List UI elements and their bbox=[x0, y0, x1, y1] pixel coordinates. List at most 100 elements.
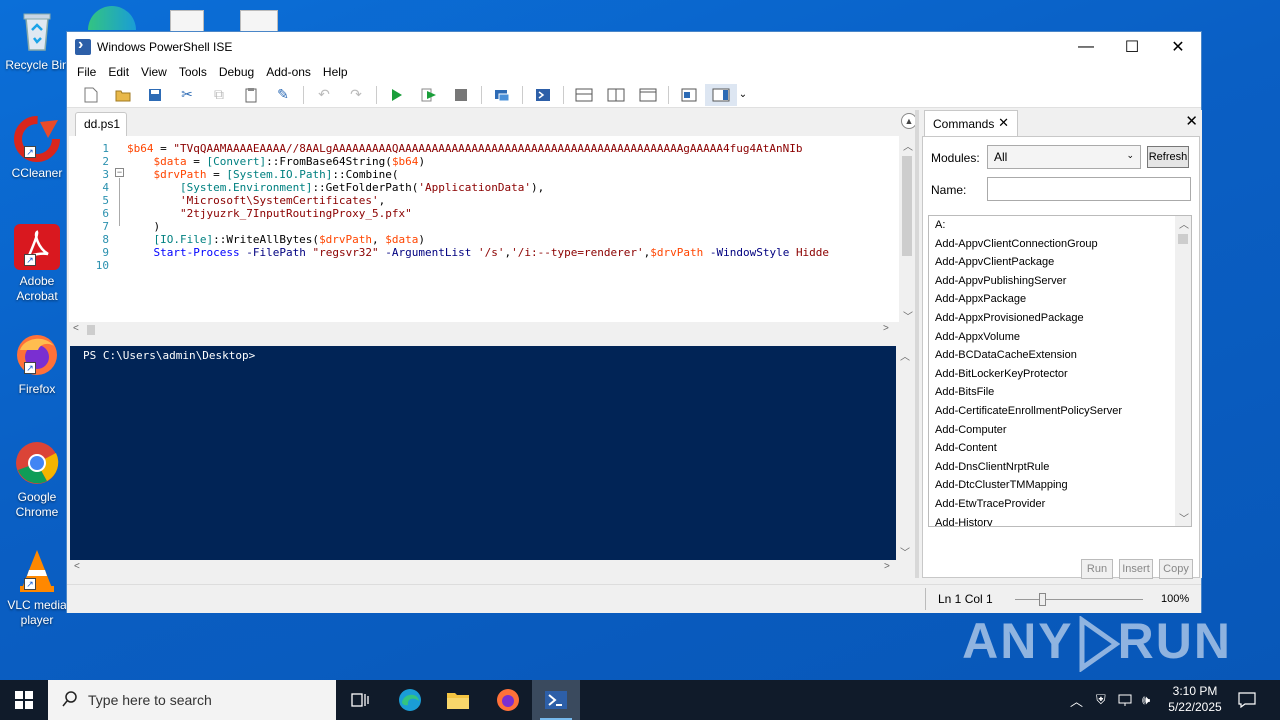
show-hidden-icons[interactable]: ︿ bbox=[1070, 680, 1083, 720]
menu-debug[interactable]: Debug bbox=[213, 65, 260, 79]
desktop-icon-firefox[interactable]: ↗ Firefox bbox=[2, 332, 72, 397]
clear-console-icon[interactable]: ✎ bbox=[267, 84, 299, 106]
command-list-scrollbar[interactable]: ︿ ﹀ bbox=[1175, 216, 1191, 526]
notifications-icon[interactable] bbox=[1238, 680, 1256, 720]
copy-icon[interactable]: ⧉ bbox=[203, 84, 235, 106]
command-list-item[interactable]: Add-CertificateEnrollmentPolicyServer bbox=[929, 402, 1191, 421]
command-list-item[interactable]: Add-AppvPublishingServer bbox=[929, 272, 1191, 291]
command-list-item[interactable]: Add-AppxVolume bbox=[929, 328, 1191, 347]
show-script-pane-right-icon[interactable] bbox=[600, 84, 632, 106]
word-document-partial-icon[interactable] bbox=[240, 10, 278, 32]
save-icon[interactable] bbox=[139, 84, 171, 106]
edge-partial-icon[interactable] bbox=[88, 6, 136, 30]
stop-operation-icon[interactable] bbox=[445, 84, 477, 106]
edge-taskbar-icon[interactable] bbox=[386, 680, 434, 720]
command-list-item[interactable]: Add-AppvClientConnectionGroup bbox=[929, 235, 1191, 254]
run-button[interactable]: Run bbox=[1081, 559, 1113, 579]
scroll-up-icon[interactable]: ︿ bbox=[903, 138, 913, 153]
toolbar-overflow-icon[interactable]: ⌄ bbox=[737, 84, 749, 106]
command-list-item[interactable]: Add-BCDataCacheExtension bbox=[929, 346, 1191, 365]
redo-icon[interactable]: ↷ bbox=[340, 84, 372, 106]
maximize-button[interactable]: ☐ bbox=[1109, 32, 1155, 62]
editor-vertical-scrollbar[interactable]: ︿ ﹀ bbox=[899, 136, 915, 323]
firefox-taskbar-icon[interactable] bbox=[484, 680, 532, 720]
scrollbar-thumb[interactable] bbox=[902, 156, 912, 256]
open-folder-icon[interactable] bbox=[107, 84, 139, 106]
command-list-item[interactable]: Add-BitsFile bbox=[929, 383, 1191, 402]
cut-icon[interactable]: ✂ bbox=[171, 84, 203, 106]
menu-edit[interactable]: Edit bbox=[102, 65, 135, 79]
start-button[interactable] bbox=[0, 680, 48, 720]
zoom-slider-track[interactable] bbox=[1015, 599, 1143, 600]
command-list[interactable]: A: Add-AppvClientConnectionGroup Add-AppvC… bbox=[928, 215, 1192, 527]
scroll-right-icon[interactable]: > bbox=[884, 561, 890, 572]
console-pane[interactable]: PS C:\Users\admin\Desktop> bbox=[70, 346, 896, 560]
scroll-up-icon[interactable]: ︿ bbox=[1179, 216, 1189, 231]
title-bar[interactable]: Windows PowerShell ISE — ☐ ✕ bbox=[67, 32, 1201, 62]
command-list-item[interactable]: A: bbox=[929, 216, 1191, 235]
desktop-icon-adobe-acrobat[interactable]: ↗ Adobe Acrobat bbox=[2, 224, 72, 304]
command-list-item[interactable]: Add-EtwTraceProvider bbox=[929, 495, 1191, 514]
volume-icon[interactable]: 🕪 bbox=[1142, 680, 1150, 720]
show-script-pane-maximized-icon[interactable] bbox=[632, 84, 664, 106]
close-button[interactable]: ✕ bbox=[1155, 32, 1201, 62]
network-icon[interactable] bbox=[1118, 680, 1134, 720]
desktop-icon-vlc[interactable]: ↗ VLC media player bbox=[2, 548, 72, 628]
console-horizontal-scrollbar[interactable]: < > bbox=[70, 560, 896, 576]
desktop-icon-ccleaner[interactable]: ↗ CCleaner bbox=[2, 116, 72, 181]
run-script-icon[interactable] bbox=[381, 84, 413, 106]
paste-icon[interactable] bbox=[235, 84, 267, 106]
task-view-icon[interactable] bbox=[336, 680, 384, 720]
scroll-left-icon[interactable]: < bbox=[74, 561, 80, 572]
menu-help[interactable]: Help bbox=[317, 65, 354, 79]
menu-tools[interactable]: Tools bbox=[173, 65, 213, 79]
command-list-item[interactable]: Add-History bbox=[929, 514, 1191, 527]
show-command-addon-icon[interactable] bbox=[705, 83, 737, 106]
show-command-window-icon[interactable] bbox=[673, 84, 705, 106]
taskbar-clock[interactable]: 3:10 PM 5/22/2025 bbox=[1164, 683, 1226, 715]
menu-add-ons[interactable]: Add-ons bbox=[260, 65, 317, 79]
scroll-up-icon[interactable]: ︿ bbox=[900, 348, 910, 363]
command-list-item[interactable]: Add-BitLockerKeyProtector bbox=[929, 365, 1191, 384]
copy-button[interactable]: Copy bbox=[1159, 559, 1193, 579]
show-script-pane-top-icon[interactable] bbox=[568, 84, 600, 106]
remote-powershell-icon[interactable] bbox=[486, 84, 518, 106]
new-file-icon[interactable] bbox=[75, 84, 107, 106]
close-tab-icon[interactable]: ✕ bbox=[998, 115, 1009, 131]
scrollbar-thumb[interactable] bbox=[1178, 234, 1188, 244]
insert-button[interactable]: Insert bbox=[1119, 559, 1153, 579]
scroll-down-icon[interactable]: ﹀ bbox=[900, 544, 910, 559]
file-explorer-taskbar-icon[interactable] bbox=[434, 680, 482, 720]
command-list-item[interactable]: Add-DnsClientNrptRule bbox=[929, 458, 1191, 477]
command-list-item[interactable]: Add-Computer bbox=[929, 421, 1191, 440]
editor-horizontal-scrollbar[interactable]: < > bbox=[69, 322, 899, 338]
close-pane-icon[interactable]: ✕ bbox=[1185, 112, 1198, 130]
undo-icon[interactable]: ↶ bbox=[308, 84, 340, 106]
command-list-item[interactable]: Add-Content bbox=[929, 439, 1191, 458]
zoom-slider-thumb[interactable] bbox=[1039, 593, 1046, 606]
run-selection-icon[interactable] bbox=[413, 84, 445, 106]
desktop-icon-recycle-bin[interactable]: Recycle Bin bbox=[2, 8, 72, 73]
scroll-right-icon[interactable]: > bbox=[883, 323, 889, 334]
menu-view[interactable]: View bbox=[135, 65, 173, 79]
modules-select[interactable]: All ⌄ bbox=[987, 145, 1141, 169]
script-tab-dd-ps1[interactable]: dd.ps1 bbox=[75, 112, 127, 136]
scroll-down-icon[interactable]: ﹀ bbox=[1179, 510, 1189, 525]
command-list-item[interactable]: Add-DtcClusterTMMapping bbox=[929, 476, 1191, 495]
name-input[interactable] bbox=[987, 177, 1191, 201]
fold-toggle-icon[interactable]: − bbox=[115, 168, 124, 177]
desktop-icon-google-chrome[interactable]: Google Chrome bbox=[2, 440, 72, 520]
scrollbar-thumb[interactable] bbox=[87, 325, 95, 335]
scroll-down-icon[interactable]: ﹀ bbox=[903, 308, 913, 323]
scroll-left-icon[interactable]: < bbox=[73, 323, 79, 334]
pane-splitter[interactable] bbox=[915, 110, 919, 578]
powershell-ise-taskbar-icon[interactable] bbox=[532, 680, 580, 720]
command-list-item[interactable]: Add-AppxProvisionedPackage bbox=[929, 309, 1191, 328]
command-list-item[interactable]: Add-AppxPackage bbox=[929, 290, 1191, 309]
document-partial-icon[interactable] bbox=[170, 10, 204, 32]
refresh-button[interactable]: Refresh bbox=[1147, 146, 1189, 168]
security-icon[interactable]: ⛨ bbox=[1096, 680, 1106, 720]
console-vertical-scrollbar[interactable]: ︿ ﹀ bbox=[896, 346, 912, 560]
commands-tab[interactable]: Commands ✕ bbox=[924, 110, 1018, 136]
command-list-item[interactable]: Add-AppvClientPackage bbox=[929, 253, 1191, 272]
